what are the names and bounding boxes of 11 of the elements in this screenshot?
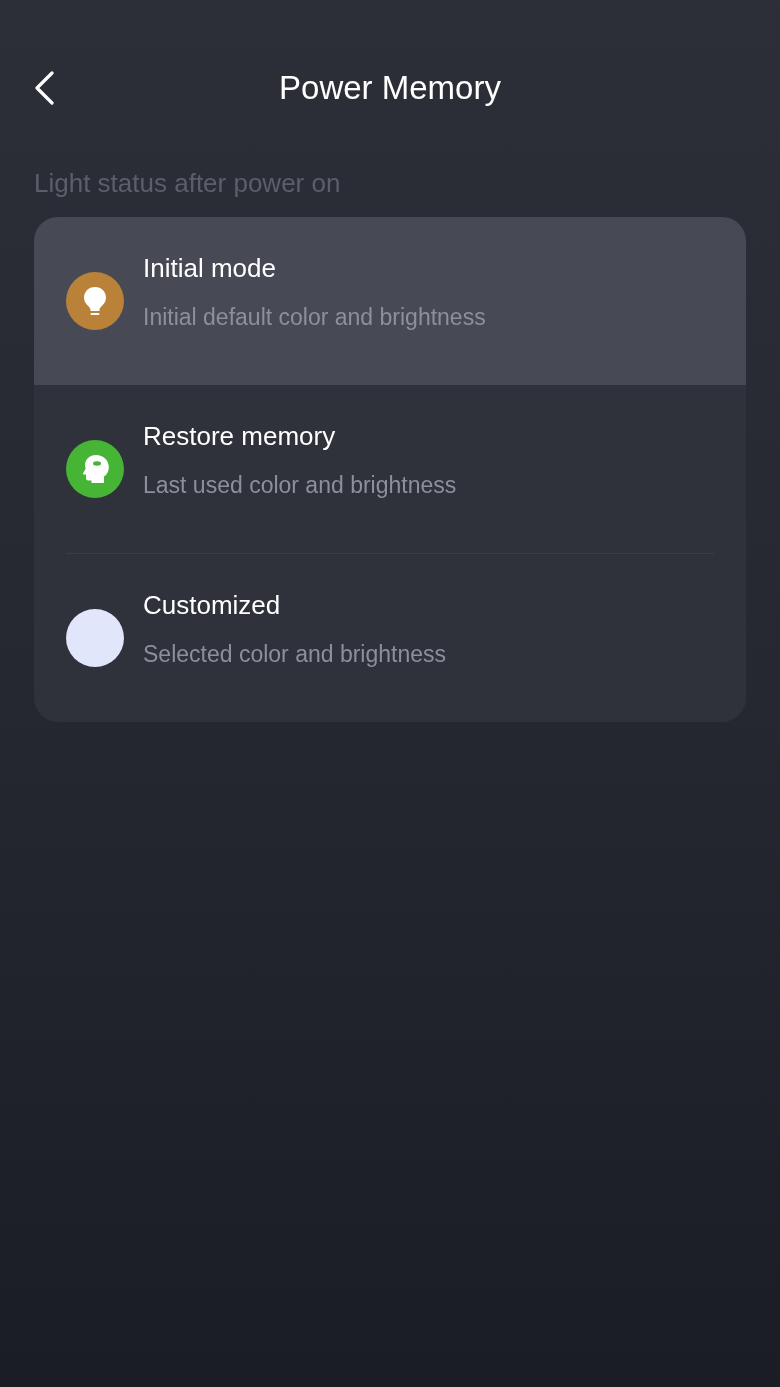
option-title: Customized	[143, 589, 282, 622]
option-description: Selected color and brightness	[143, 640, 447, 669]
option-description: Initial default color and brightness	[143, 303, 486, 332]
page-title: Power Memory	[279, 68, 501, 108]
option-row[interactable]: Restore memory Last used color and brightness	[34, 385, 746, 553]
option-row[interactable]: Initial mode Initial default color and brightness	[34, 217, 746, 385]
option-title: Restore memory	[143, 420, 337, 453]
option-description: Last used color and brightness	[143, 471, 457, 500]
chevron-left-icon	[33, 71, 55, 105]
option-row[interactable]: Customized Selected color and brightness	[34, 554, 746, 722]
option-title: Initial mode	[143, 252, 277, 285]
